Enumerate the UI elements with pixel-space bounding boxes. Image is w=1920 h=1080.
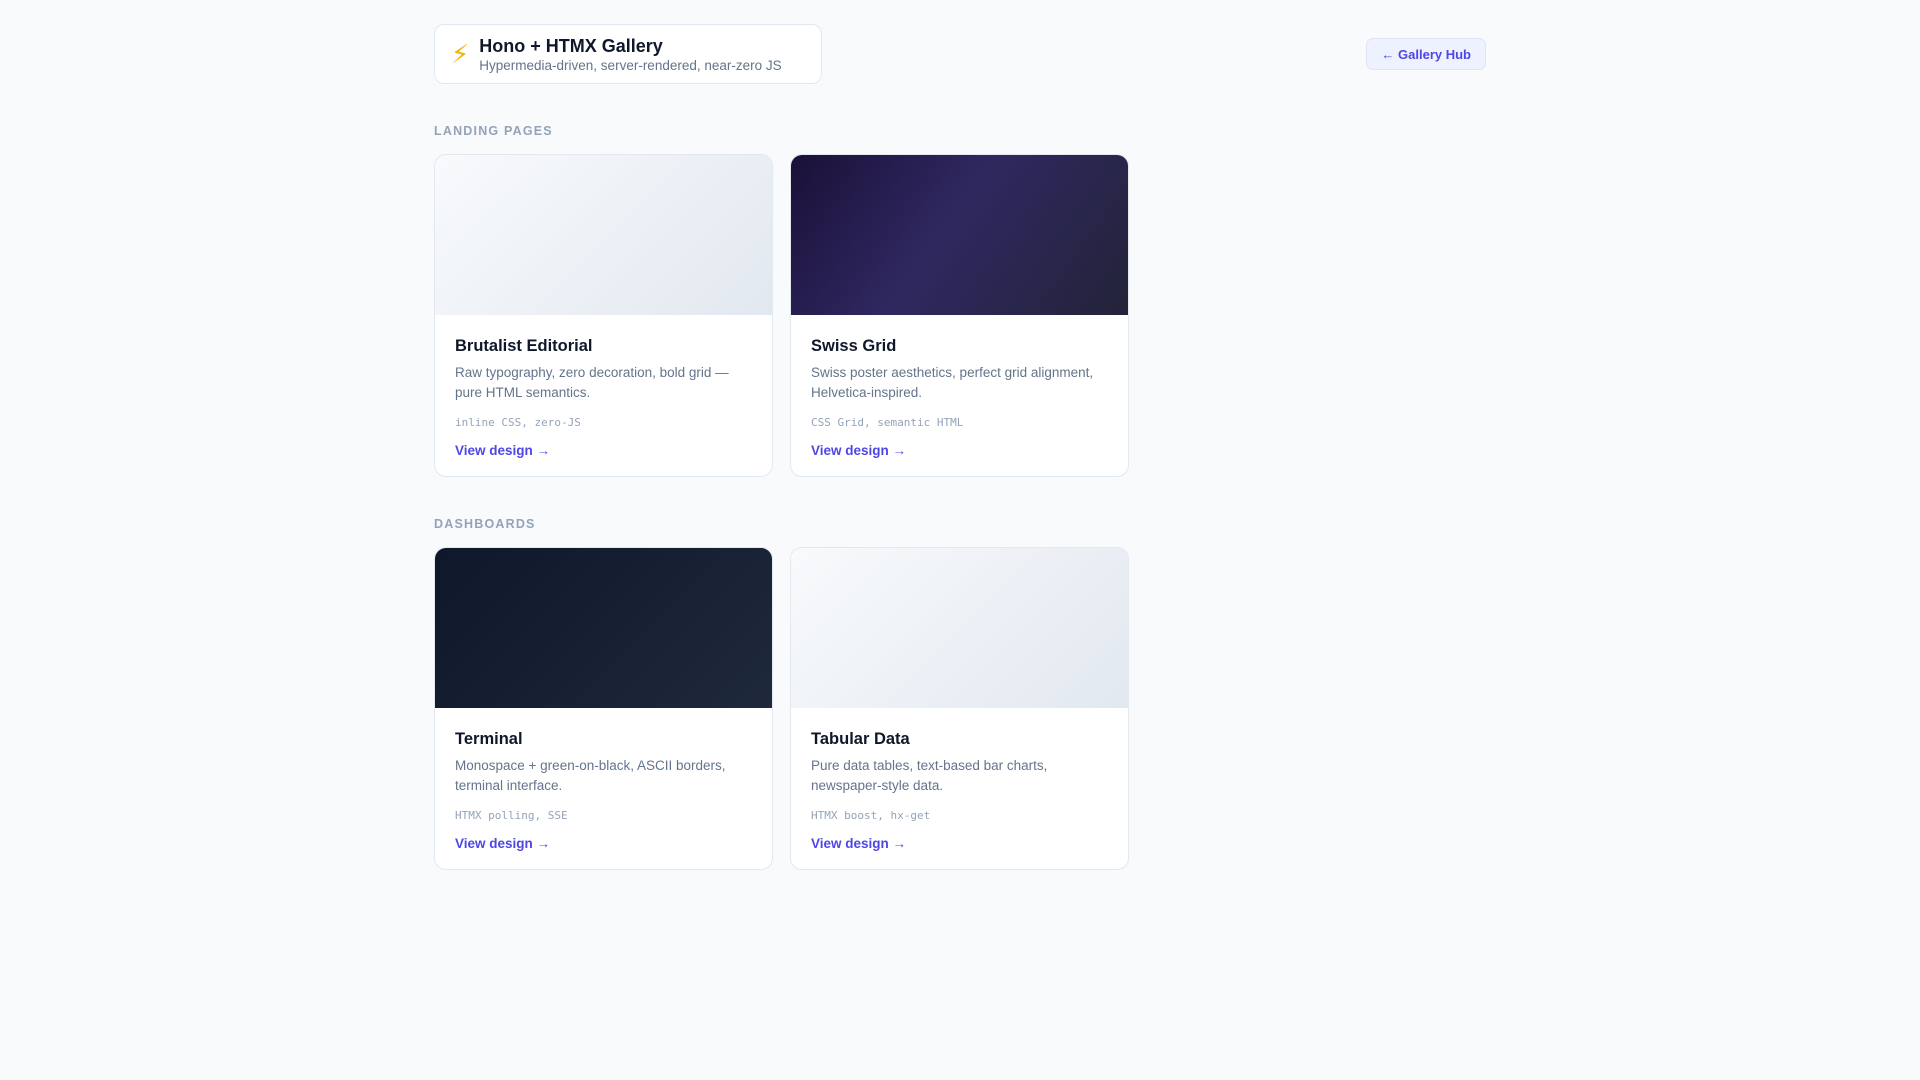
landing-pages-grid: Brutalist Editorial Raw typography, zero… xyxy=(434,154,1486,477)
page-title: Hono + HTMX Gallery xyxy=(479,35,663,56)
gallery-hub-link[interactable]: ← Gallery Hub xyxy=(1366,38,1486,70)
card-title: Brutalist Editorial xyxy=(455,337,593,355)
card-title: Terminal xyxy=(455,730,523,748)
card-description: Swiss poster aesthetics, perfect grid al… xyxy=(811,365,1094,400)
card-terminal[interactable]: Terminal Monospace + green-on-black, ASC… xyxy=(434,547,773,870)
view-design-link[interactable]: View design → xyxy=(811,836,906,851)
card-thumbnail xyxy=(791,155,1128,315)
section-title-dashboards: DASHBOARDS xyxy=(434,517,536,531)
card-tags: CSS Grid, semantic HTML xyxy=(811,416,964,429)
card-description: Monospace + green-on-black, ASCII border… xyxy=(455,758,726,793)
view-design-link[interactable]: View design → xyxy=(455,836,550,851)
view-design-link[interactable]: View design → xyxy=(811,443,906,458)
page-container: ⚡ Hono + HTMX Gallery Hypermedia-driven,… xyxy=(434,24,1486,870)
card-tabular-data[interactable]: Tabular Data Pure data tables, text-base… xyxy=(790,547,1129,870)
card-title: Swiss Grid xyxy=(811,337,897,355)
lightning-icon: ⚡ xyxy=(451,39,470,69)
card-tags: inline CSS, zero-JS xyxy=(455,416,581,429)
card-description: Raw typography, zero decoration, bold gr… xyxy=(455,365,729,400)
brand-box: ⚡ Hono + HTMX Gallery Hypermedia-driven,… xyxy=(434,24,822,84)
view-design-link[interactable]: View design → xyxy=(455,443,550,458)
card-title: Tabular Data xyxy=(811,730,910,748)
brand-text: Hono + HTMX Gallery Hypermedia-driven, s… xyxy=(479,35,781,74)
card-tags: HTMX boost, hx-get xyxy=(811,809,931,822)
page-header: ⚡ Hono + HTMX Gallery Hypermedia-driven,… xyxy=(434,24,1486,84)
card-description: Pure data tables, text-based bar charts,… xyxy=(811,758,1048,793)
dashboards-grid: Terminal Monospace + green-on-black, ASC… xyxy=(434,547,1486,870)
section-title-landing-pages: LANDING PAGES xyxy=(434,124,553,138)
card-thumbnail xyxy=(791,548,1128,708)
card-tags: HTMX polling, SSE xyxy=(455,809,568,822)
card-swiss-grid[interactable]: Swiss Grid Swiss poster aesthetics, perf… xyxy=(790,154,1129,477)
page-subtitle: Hypermedia-driven, server-rendered, near… xyxy=(479,57,782,73)
card-thumbnail xyxy=(435,548,772,708)
card-thumbnail xyxy=(435,155,772,315)
card-brutalist-editorial[interactable]: Brutalist Editorial Raw typography, zero… xyxy=(434,154,773,477)
